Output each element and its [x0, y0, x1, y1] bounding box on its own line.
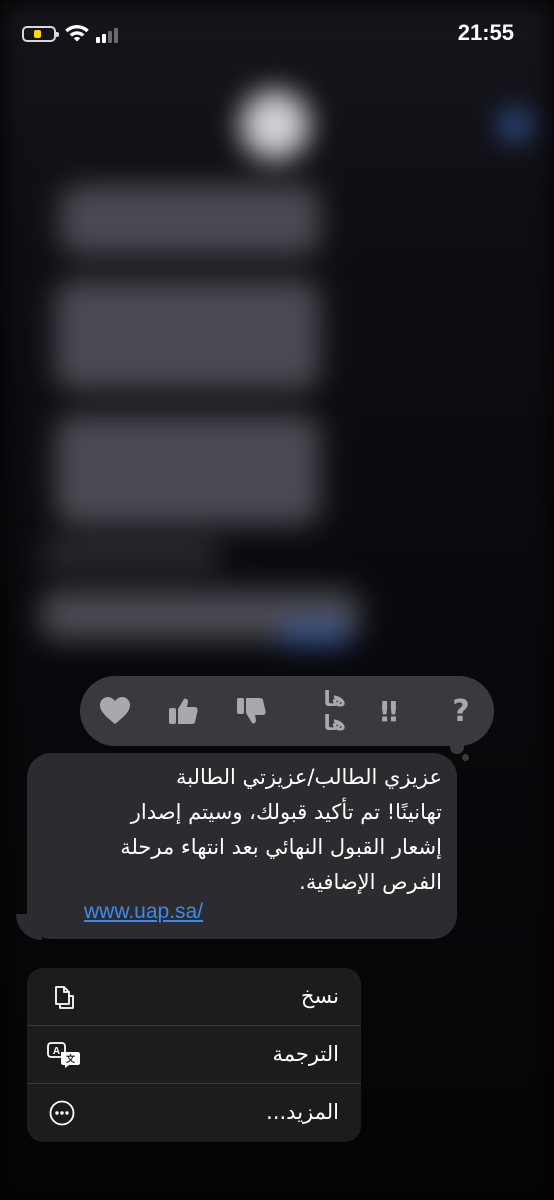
heart-icon[interactable] — [94, 690, 136, 732]
menu-item-label: نسخ — [300, 984, 339, 1008]
copy-icon — [55, 986, 74, 1009]
more-icon — [49, 1100, 75, 1126]
thumbs-up-icon[interactable] — [162, 690, 204, 732]
menu-item-translate[interactable]: A 文 الترجمة — [27, 1026, 361, 1084]
question-icon[interactable]: ? — [440, 690, 482, 732]
haha-reaction[interactable]: ها ها — [294, 687, 346, 735]
info-button — [500, 110, 530, 140]
message-link[interactable]: www.uap.sa/ — [84, 900, 203, 924]
blurred-link — [280, 625, 350, 643]
contact-avatar — [240, 90, 310, 160]
svg-text:A: A — [53, 1046, 60, 1057]
message-line: الفرص الإضافية. — [299, 870, 442, 894]
battery-icon — [22, 26, 59, 42]
blurred-message — [55, 280, 320, 390]
exclamation-icon[interactable]: ‼ — [368, 690, 410, 732]
menu-item-more[interactable]: المزيد... — [27, 1084, 361, 1142]
translate-icon: A 文 — [47, 1042, 80, 1068]
menu-item-label: المزيد... — [266, 1100, 339, 1124]
menu-item-label: الترجمة — [272, 1042, 339, 1066]
reaction-bar-tail — [462, 754, 469, 761]
screen: 21:55 ها ها ‼ ? عزيزي الطالب/عزيزتي الطا… — [0, 0, 554, 1200]
blurred-message — [40, 540, 220, 570]
context-menu: نسخ A 文 الترجمة المزيد... — [27, 968, 361, 1142]
signal-icon — [96, 28, 118, 43]
message-line: عزيزي الطالب/عزيزتي الطالبة — [175, 765, 442, 789]
status-time: 21:55 — [457, 20, 514, 45]
message-line: تهانينًا! تم تأكيد قبولك، وسيتم إصدار — [130, 800, 442, 824]
svg-text:文: 文 — [65, 1053, 76, 1065]
reaction-bar-tail — [450, 740, 464, 754]
message-text: عزيزي الطالب/عزيزتي الطالبة تهانينًا! تم… — [46, 760, 442, 900]
wifi-icon — [65, 24, 89, 42]
tapback-reaction-bar: ها ها ‼ ? — [80, 676, 494, 746]
message-line: إشعار القبول النهائي بعد انتهاء مرحلة — [120, 835, 442, 859]
thumbs-down-icon[interactable] — [230, 690, 272, 732]
blurred-message — [55, 415, 320, 525]
status-bar: 21:55 — [0, 0, 554, 70]
blurred-message — [60, 185, 320, 255]
menu-item-copy[interactable]: نسخ — [27, 968, 361, 1026]
